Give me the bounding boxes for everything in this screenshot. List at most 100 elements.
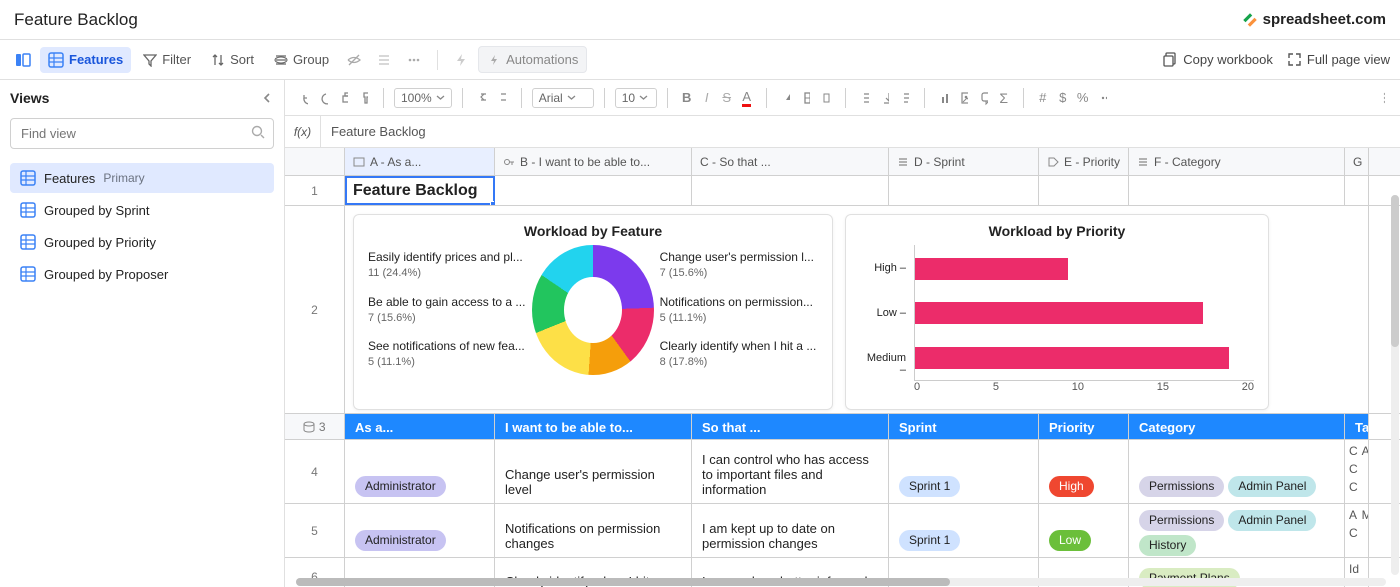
cell-as-a[interactable]: Administrator [345, 440, 495, 503]
collapse-sidebar-icon[interactable] [260, 91, 274, 105]
col-header-c[interactable]: C - So that ... [692, 148, 889, 175]
dedent-icon[interactable] [473, 89, 491, 107]
hash-icon[interactable]: # [1034, 89, 1052, 107]
table-header-3[interactable]: Sprint [889, 414, 1039, 439]
formula-value[interactable]: Feature Backlog [321, 124, 436, 139]
list-icon [1137, 156, 1149, 168]
hide-icon[interactable] [341, 47, 367, 73]
percent-icon[interactable]: % [1074, 89, 1092, 107]
vertical-scrollbar[interactable] [1391, 195, 1399, 575]
borders-icon[interactable] [797, 89, 815, 107]
zoom-select[interactable]: 100% [394, 88, 452, 108]
cell-want[interactable]: Notifications on permission changes [495, 504, 692, 557]
automations-button[interactable]: Automations [478, 46, 587, 73]
cell-task[interactable]: CCCA [1345, 440, 1369, 503]
cell-r1-c6[interactable] [1129, 176, 1345, 205]
indent-icon[interactable] [493, 89, 511, 107]
halign-icon[interactable] [856, 89, 874, 107]
full-page-button[interactable]: Full page view [1287, 52, 1390, 67]
list-icon[interactable] [371, 47, 397, 73]
workload-by-priority-chart[interactable]: Workload by Priority High –Low –Medium –… [845, 214, 1269, 410]
more-icon[interactable] [401, 47, 427, 73]
fill-icon[interactable] [777, 89, 795, 107]
wrap-icon[interactable] [896, 89, 914, 107]
cell-sprint[interactable]: Sprint 1 [889, 504, 1039, 557]
col-header-b[interactable]: B - I want to be able to... [495, 148, 692, 175]
cell-r1-c5[interactable] [1039, 176, 1129, 205]
col-header-e[interactable]: E - Priority [1039, 148, 1129, 175]
print-icon[interactable] [335, 89, 353, 107]
group-button[interactable]: Group [266, 47, 337, 72]
copy-workbook-button[interactable]: Copy workbook [1163, 52, 1273, 67]
copy-icon [1163, 52, 1178, 67]
view-item-grouped-by-priority[interactable]: Grouped by Priority [10, 227, 274, 257]
col-header-a[interactable]: A - As a... [345, 148, 495, 175]
redo-icon[interactable] [315, 89, 333, 107]
row-number[interactable]: 3 [285, 414, 345, 439]
table-header-5[interactable]: Category [1129, 414, 1345, 439]
table-header-4[interactable]: Priority [1039, 414, 1129, 439]
select-all-corner[interactable] [285, 148, 345, 175]
cell-a1[interactable]: Feature Backlog [345, 176, 495, 205]
row-number[interactable]: 5 [285, 504, 345, 557]
badge-administrator: Administrator [355, 530, 446, 551]
table-header-0[interactable]: As a... [345, 414, 495, 439]
strike-icon[interactable]: S [718, 89, 736, 107]
filter-button[interactable]: Filter [135, 47, 199, 72]
italic-icon[interactable]: I [698, 89, 716, 107]
col-label: D - Sprint [914, 155, 965, 169]
row-number[interactable]: 1 [285, 176, 345, 205]
merge-icon[interactable] [817, 89, 835, 107]
cell-so-that[interactable]: I am kept up to date on permission chang… [692, 504, 889, 557]
view-label: Grouped by Sprint [44, 203, 150, 218]
row-number[interactable]: 4 [285, 440, 345, 503]
col-header-g[interactable]: G [1345, 148, 1369, 175]
cell-priority[interactable]: High [1039, 440, 1129, 503]
row-number[interactable]: 2 [285, 206, 345, 413]
cell-priority[interactable]: Low [1039, 504, 1129, 557]
column-headers: A - As a...B - I want to be able to...C … [285, 148, 1400, 176]
undo-icon[interactable] [295, 89, 313, 107]
paint-icon[interactable] [355, 89, 373, 107]
valign-icon[interactable] [876, 89, 894, 107]
panel-toggle-icon[interactable] [10, 47, 36, 73]
view-item-features[interactable]: Features Primary [10, 163, 274, 193]
dollar-icon[interactable]: $ [1054, 89, 1072, 107]
sigma-icon[interactable]: Σ [995, 89, 1013, 107]
view-item-grouped-by-sprint[interactable]: Grouped by Sprint [10, 195, 274, 225]
cell-r1-c3[interactable] [692, 176, 889, 205]
find-view-input[interactable] [10, 118, 274, 149]
lightning-icon[interactable] [448, 47, 474, 73]
font-size-select[interactable]: 10 [615, 88, 657, 108]
workload-by-feature-chart[interactable]: Workload by Feature Easily identify pric… [353, 214, 833, 410]
cell-r1-c2[interactable] [495, 176, 692, 205]
view-item-grouped-by-proposer[interactable]: Grouped by Proposer [10, 259, 274, 289]
cell-sprint[interactable]: Sprint 1 [889, 440, 1039, 503]
cell-task[interactable]: ACM [1345, 504, 1369, 557]
horizontal-scrollbar[interactable] [296, 578, 1386, 586]
fill-handle[interactable] [490, 201, 495, 205]
cell-category[interactable]: Permissions Admin Panel [1129, 440, 1345, 503]
font-select[interactable]: Arial [532, 88, 594, 108]
cell-want[interactable]: Change user's permission level [495, 440, 692, 503]
sort-button[interactable]: Sort [203, 47, 262, 72]
cell-so-that[interactable]: I can control who has access to importan… [692, 440, 889, 503]
cell-as-a[interactable]: Administrator [345, 504, 495, 557]
table-header-6[interactable]: Tas [1345, 414, 1369, 439]
cell-r1-c7[interactable] [1345, 176, 1369, 205]
comment-icon[interactable] [975, 89, 993, 107]
col-header-d[interactable]: D - Sprint [889, 148, 1039, 175]
col-header-f[interactable]: F - Category [1129, 148, 1345, 175]
text-color-icon[interactable]: A [738, 89, 756, 107]
table-header-1[interactable]: I want to be able to... [495, 414, 692, 439]
view-chip-features[interactable]: Features [40, 47, 131, 73]
cell-r1-c4[interactable] [889, 176, 1039, 205]
chart-icon[interactable] [935, 89, 953, 107]
bold-icon[interactable]: B [678, 89, 696, 107]
badge-permissions: Permissions [1139, 510, 1224, 531]
more-format-icon[interactable] [1094, 89, 1112, 107]
kebab-icon[interactable] [1372, 89, 1390, 107]
cell-category[interactable]: Permissions Admin Panel History [1129, 504, 1345, 557]
image-icon[interactable] [955, 89, 973, 107]
table-header-2[interactable]: So that ... [692, 414, 889, 439]
